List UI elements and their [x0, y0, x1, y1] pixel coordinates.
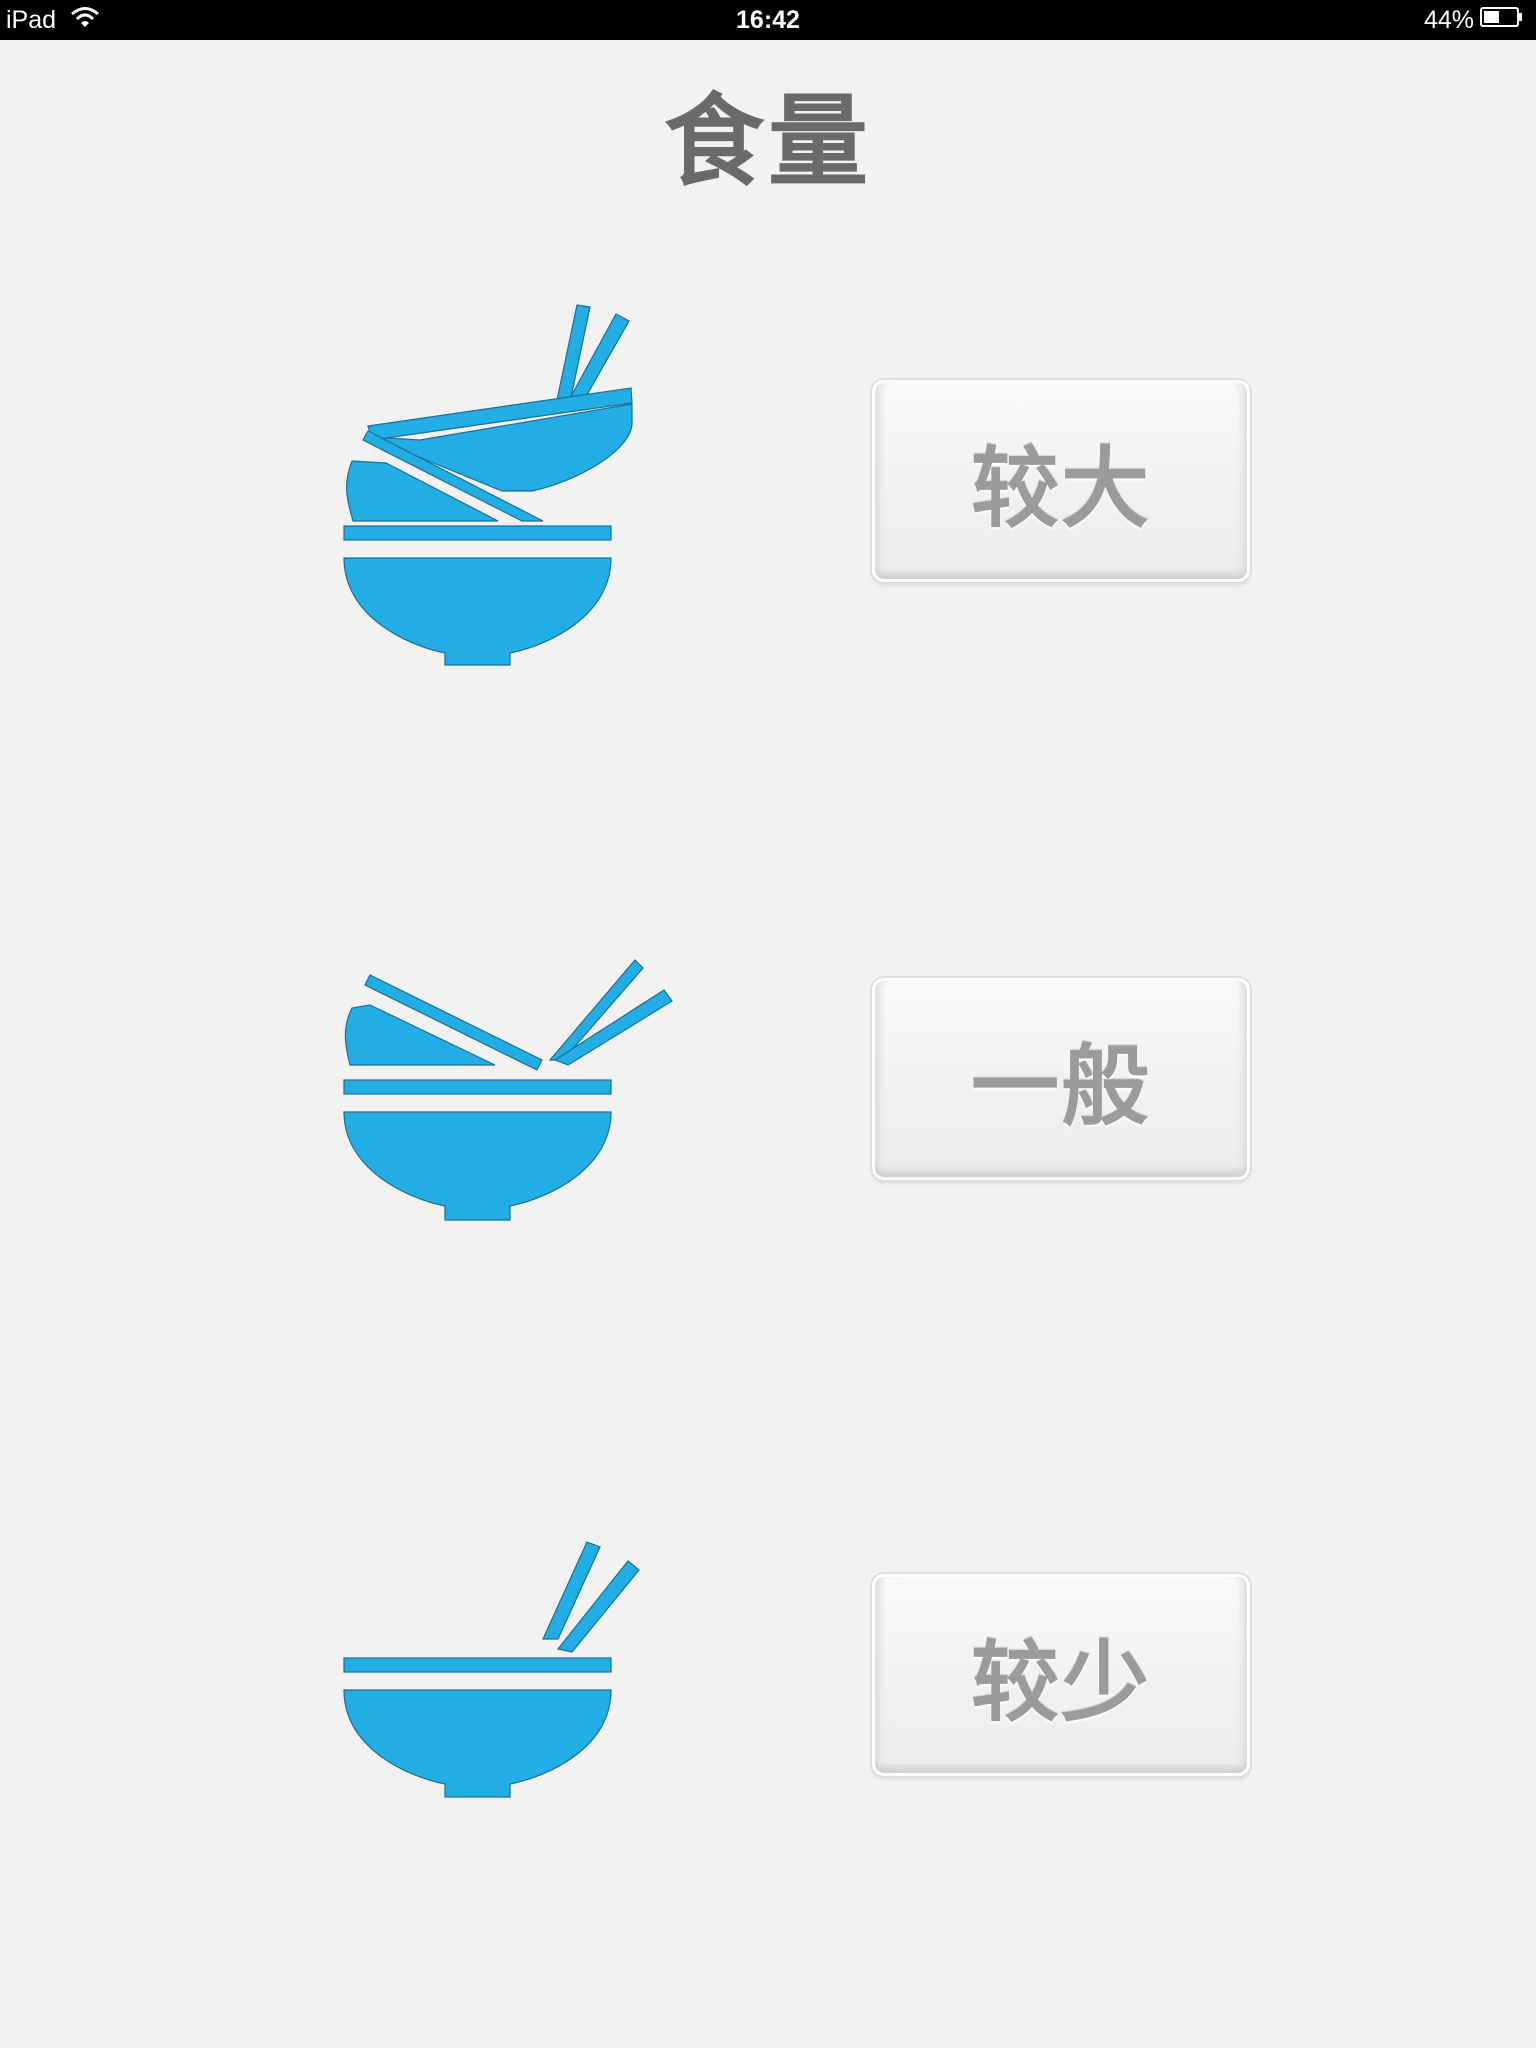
empty-bowl-icon	[343, 1541, 640, 1798]
half-bowl-icon	[343, 959, 673, 1221]
option-small-label: 较少	[970, 1630, 1151, 1734]
option-normal-button[interactable]: 一般	[872, 978, 1250, 1180]
option-large-label: 较大	[970, 436, 1151, 540]
battery-percent: 44%	[1423, 5, 1474, 34]
status-bar: iPad 16:42 44%	[0, 0, 1536, 40]
battery-icon	[1480, 6, 1524, 35]
full-bowl-icon	[343, 304, 633, 666]
status-right: 44%	[1424, 4, 1524, 36]
option-normal-label: 一般	[970, 1034, 1151, 1138]
page-title: 食量	[664, 83, 872, 200]
option-large-button[interactable]: 较大	[872, 380, 1250, 582]
status-time: 16:42	[736, 6, 800, 34]
option-small-button[interactable]: 较少	[872, 1574, 1250, 1776]
